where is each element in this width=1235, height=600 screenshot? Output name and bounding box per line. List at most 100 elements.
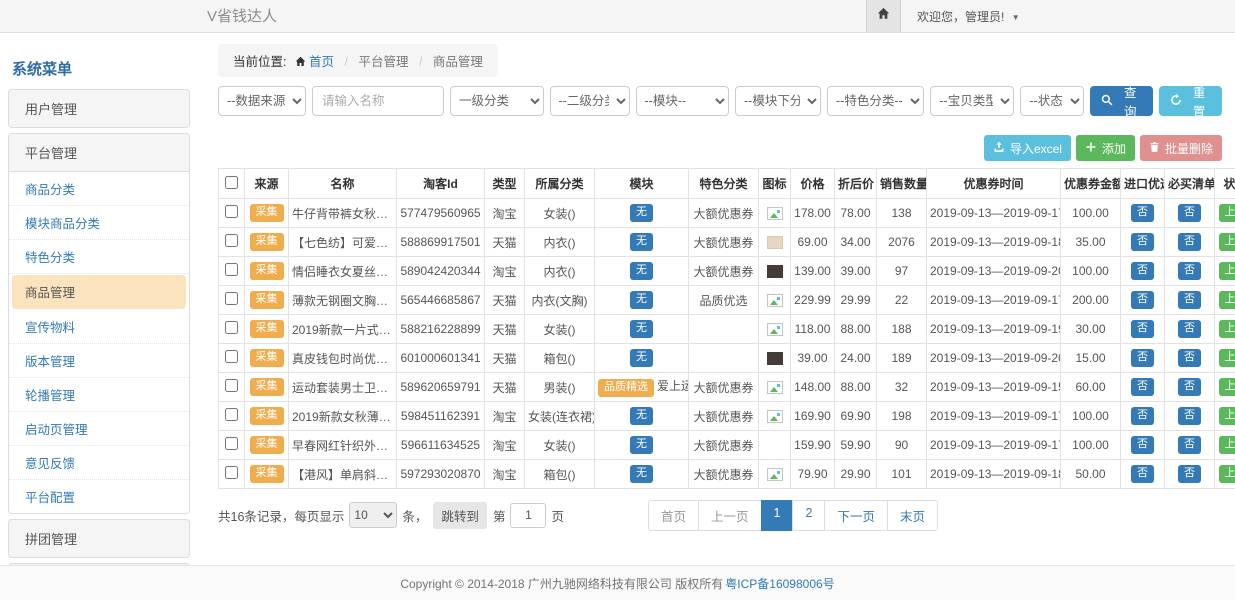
row-checkbox[interactable]: [225, 379, 238, 392]
sidebar-subitem[interactable]: 平台配置: [9, 480, 189, 513]
filter-source-select[interactable]: --数据来源--: [218, 86, 306, 116]
sidebar-item-platform[interactable]: 平台管理: [9, 134, 189, 171]
filter-level1-select[interactable]: 一级分类: [450, 86, 544, 116]
cell-name: 真皮钱包时尚优雅女士...: [289, 344, 397, 373]
must-buy-toggle-badge[interactable]: 否: [1178, 262, 1201, 280]
bulk-delete-button[interactable]: 批量删除: [1140, 135, 1222, 161]
sidebar-item[interactable]: 拼团管理: [9, 520, 189, 557]
must-buy-toggle-badge[interactable]: 否: [1178, 349, 1201, 367]
row-checkbox[interactable]: [225, 205, 238, 218]
filter-item-type-select[interactable]: --宝贝类型--: [930, 86, 1014, 116]
must-buy-toggle-badge[interactable]: 否: [1178, 204, 1201, 222]
must-buy-toggle-badge[interactable]: 否: [1178, 436, 1201, 454]
must-buy-toggle-badge[interactable]: 否: [1178, 233, 1201, 251]
jump-to-button[interactable]: 跳转到: [433, 502, 487, 529]
import-excel-button[interactable]: 导入excel: [984, 135, 1071, 161]
row-checkbox[interactable]: [225, 321, 238, 334]
cell-discount-price: 69.90: [835, 402, 877, 431]
import-toggle-badge[interactable]: 否: [1131, 262, 1154, 280]
row-checkbox[interactable]: [225, 466, 238, 479]
column-header: 来源: [245, 169, 289, 199]
import-toggle-badge[interactable]: 否: [1131, 320, 1154, 338]
column-header: 进口优选: [1121, 169, 1165, 199]
row-checkbox[interactable]: [225, 408, 238, 421]
sidebar-subitem[interactable]: 版本管理: [9, 344, 189, 378]
import-toggle-badge[interactable]: 否: [1131, 349, 1154, 367]
filter-level2-select[interactable]: --二级分类--: [550, 86, 630, 116]
page-button[interactable]: 首页: [648, 500, 699, 531]
row-checkbox[interactable]: [225, 437, 238, 450]
status-badge[interactable]: 上架: [1219, 262, 1235, 280]
must-buy-toggle-badge[interactable]: 否: [1178, 320, 1201, 338]
page-number-input[interactable]: [510, 503, 546, 528]
sidebar-subitem[interactable]: 启动页管理: [9, 412, 189, 446]
status-badge[interactable]: 上架: [1219, 378, 1235, 396]
module-badge[interactable]: 无: [630, 233, 653, 251]
row-checkbox[interactable]: [225, 350, 238, 363]
cell-import-select: 否: [1121, 257, 1165, 286]
page-button[interactable]: 2: [792, 500, 825, 531]
per-page-select[interactable]: 10: [349, 502, 397, 528]
filter-feature-select[interactable]: --特色分类--: [827, 86, 924, 116]
status-badge[interactable]: 上架: [1219, 349, 1235, 367]
status-badge[interactable]: 上架: [1219, 407, 1235, 425]
row-checkbox[interactable]: [225, 263, 238, 276]
module-badge[interactable]: 无: [630, 349, 653, 367]
page-button[interactable]: 1: [761, 500, 794, 531]
reset-button[interactable]: 重置: [1159, 86, 1222, 116]
cell-taoke-id: 597293020870: [397, 460, 485, 489]
status-badge[interactable]: 上架: [1219, 291, 1235, 309]
select-all-checkbox[interactable]: [225, 176, 238, 189]
import-toggle-badge[interactable]: 否: [1131, 233, 1154, 251]
page-button[interactable]: 上一页: [698, 500, 762, 531]
search-button[interactable]: 查询: [1090, 86, 1153, 116]
import-toggle-badge[interactable]: 否: [1131, 465, 1154, 483]
module-badge[interactable]: 无: [630, 436, 653, 454]
must-buy-toggle-badge[interactable]: 否: [1178, 407, 1201, 425]
module-badge[interactable]: 无: [630, 262, 653, 280]
breadcrumb-home-link[interactable]: 首页: [290, 55, 334, 69]
source-badge: 采集: [250, 349, 284, 367]
sidebar-item[interactable]: 用户管理: [9, 90, 189, 127]
status-badge[interactable]: 上架: [1219, 465, 1235, 483]
filter-module-select[interactable]: --模块--: [636, 86, 730, 116]
module-badge[interactable]: 无: [630, 204, 653, 222]
import-toggle-badge[interactable]: 否: [1131, 378, 1154, 396]
must-buy-toggle-badge[interactable]: 否: [1178, 465, 1201, 483]
import-toggle-badge[interactable]: 否: [1131, 291, 1154, 309]
sidebar-subitem[interactable]: 宣传物料: [9, 310, 189, 344]
import-toggle-badge[interactable]: 否: [1131, 204, 1154, 222]
module-badge[interactable]: 无: [630, 465, 653, 483]
must-buy-toggle-badge[interactable]: 否: [1178, 378, 1201, 396]
add-button[interactable]: 添加: [1076, 135, 1135, 161]
must-buy-toggle-badge[interactable]: 否: [1178, 291, 1201, 309]
status-badge[interactable]: 上架: [1219, 233, 1235, 251]
import-toggle-badge[interactable]: 否: [1131, 407, 1154, 425]
status-badge[interactable]: 上架: [1219, 436, 1235, 454]
home-button[interactable]: [866, 0, 901, 32]
status-badge[interactable]: 上架: [1219, 204, 1235, 222]
import-toggle-badge[interactable]: 否: [1131, 436, 1154, 454]
icp-link[interactable]: 粤ICP备16098006号: [725, 575, 834, 592]
cell-name: 2019新款女秋薄款...: [289, 402, 397, 431]
status-badge[interactable]: 上架: [1219, 320, 1235, 338]
module-badge[interactable]: 品质精选: [598, 379, 654, 397]
sidebar-subitem[interactable]: 商品分类: [9, 172, 189, 206]
filter-module-sub-select[interactable]: --模块下分类--: [735, 86, 821, 116]
user-menu[interactable]: 欢迎您，管理员! ▼: [917, 8, 1020, 25]
name-search-input[interactable]: [312, 86, 444, 116]
sidebar-subitem[interactable]: 模块商品分类: [9, 206, 189, 240]
row-checkbox[interactable]: [225, 234, 238, 247]
row-checkbox[interactable]: [225, 292, 238, 305]
sidebar-subitem[interactable]: 特色分类: [9, 240, 189, 274]
module-badge[interactable]: 无: [630, 291, 653, 309]
module-badge[interactable]: 无: [630, 320, 653, 338]
sidebar-subitem[interactable]: 意见反馈: [9, 446, 189, 480]
sidebar-subitem[interactable]: 轮播管理: [9, 378, 189, 412]
filter-status-select[interactable]: --状态--: [1020, 86, 1084, 116]
sidebar-subitem[interactable]: 商品管理: [12, 275, 186, 309]
module-badge[interactable]: 无: [630, 407, 653, 425]
cell-feature: 品质优选: [689, 286, 759, 315]
page-button[interactable]: 下一页: [824, 500, 888, 531]
page-button[interactable]: 末页: [887, 500, 938, 531]
